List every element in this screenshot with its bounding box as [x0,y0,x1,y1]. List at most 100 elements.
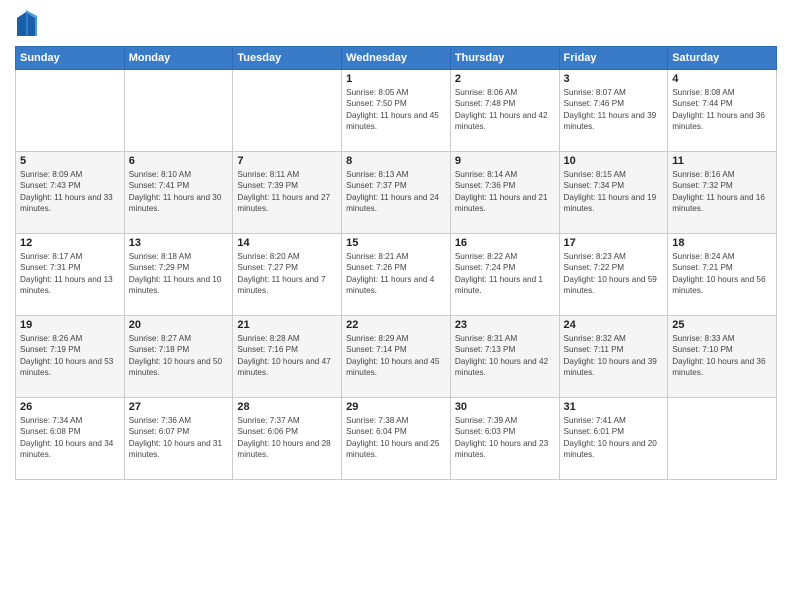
day-number: 13 [129,237,229,249]
day-info: Sunrise: 8:07 AMSunset: 7:46 PMDaylight:… [564,87,664,133]
week-row-4: 19 Sunrise: 8:26 AMSunset: 7:19 PMDayligh… [16,316,777,398]
day-number: 26 [20,401,120,413]
day-info: Sunrise: 7:34 AMSunset: 6:08 PMDaylight:… [20,415,120,461]
calendar-cell: 19 Sunrise: 8:26 AMSunset: 7:19 PMDayligh… [16,316,125,398]
calendar-cell: 21 Sunrise: 8:28 AMSunset: 7:16 PMDayligh… [233,316,342,398]
day-number: 1 [346,73,446,85]
day-number: 19 [20,319,120,331]
logo-icon [15,10,37,38]
weekday-tuesday: Tuesday [233,47,342,70]
calendar-cell: 5 Sunrise: 8:09 AMSunset: 7:43 PMDaylight… [16,152,125,234]
day-info: Sunrise: 8:14 AMSunset: 7:36 PMDaylight:… [455,169,555,215]
day-number: 16 [455,237,555,249]
day-info: Sunrise: 8:32 AMSunset: 7:11 PMDaylight:… [564,333,664,379]
calendar: SundayMondayTuesdayWednesdayThursdayFrid… [15,46,777,480]
calendar-cell: 18 Sunrise: 8:24 AMSunset: 7:21 PMDayligh… [668,234,777,316]
day-info: Sunrise: 8:27 AMSunset: 7:18 PMDaylight:… [129,333,229,379]
calendar-cell: 30 Sunrise: 7:39 AMSunset: 6:03 PMDayligh… [450,398,559,480]
day-number: 4 [672,73,772,85]
day-info: Sunrise: 8:22 AMSunset: 7:24 PMDaylight:… [455,251,555,297]
day-number: 23 [455,319,555,331]
calendar-cell: 15 Sunrise: 8:21 AMSunset: 7:26 PMDayligh… [342,234,451,316]
calendar-cell: 1 Sunrise: 8:05 AMSunset: 7:50 PMDaylight… [342,70,451,152]
day-number: 20 [129,319,229,331]
calendar-cell [668,398,777,480]
day-number: 18 [672,237,772,249]
logo [15,10,41,38]
day-info: Sunrise: 8:11 AMSunset: 7:39 PMDaylight:… [237,169,337,215]
day-number: 22 [346,319,446,331]
day-number: 3 [564,73,664,85]
day-number: 7 [237,155,337,167]
day-info: Sunrise: 7:37 AMSunset: 6:06 PMDaylight:… [237,415,337,461]
day-info: Sunrise: 8:10 AMSunset: 7:41 PMDaylight:… [129,169,229,215]
calendar-cell: 25 Sunrise: 8:33 AMSunset: 7:10 PMDayligh… [668,316,777,398]
day-info: Sunrise: 8:28 AMSunset: 7:16 PMDaylight:… [237,333,337,379]
calendar-cell: 7 Sunrise: 8:11 AMSunset: 7:39 PMDaylight… [233,152,342,234]
day-info: Sunrise: 7:41 AMSunset: 6:01 PMDaylight:… [564,415,664,461]
day-number: 15 [346,237,446,249]
day-number: 31 [564,401,664,413]
day-info: Sunrise: 8:29 AMSunset: 7:14 PMDaylight:… [346,333,446,379]
day-number: 25 [672,319,772,331]
day-number: 27 [129,401,229,413]
day-info: Sunrise: 8:08 AMSunset: 7:44 PMDaylight:… [672,87,772,133]
day-number: 6 [129,155,229,167]
day-info: Sunrise: 8:18 AMSunset: 7:29 PMDaylight:… [129,251,229,297]
weekday-friday: Friday [559,47,668,70]
calendar-cell: 3 Sunrise: 8:07 AMSunset: 7:46 PMDaylight… [559,70,668,152]
week-row-3: 12 Sunrise: 8:17 AMSunset: 7:31 PMDayligh… [16,234,777,316]
page: SundayMondayTuesdayWednesdayThursdayFrid… [0,0,792,612]
day-info: Sunrise: 8:05 AMSunset: 7:50 PMDaylight:… [346,87,446,133]
day-number: 24 [564,319,664,331]
day-info: Sunrise: 8:24 AMSunset: 7:21 PMDaylight:… [672,251,772,297]
day-number: 29 [346,401,446,413]
calendar-cell [16,70,125,152]
calendar-cell: 29 Sunrise: 7:38 AMSunset: 6:04 PMDayligh… [342,398,451,480]
weekday-wednesday: Wednesday [342,47,451,70]
day-number: 28 [237,401,337,413]
day-info: Sunrise: 8:13 AMSunset: 7:37 PMDaylight:… [346,169,446,215]
calendar-cell: 9 Sunrise: 8:14 AMSunset: 7:36 PMDaylight… [450,152,559,234]
calendar-cell: 24 Sunrise: 8:32 AMSunset: 7:11 PMDayligh… [559,316,668,398]
calendar-cell [124,70,233,152]
calendar-cell: 17Sunrise: 8:23 AMSunset: 7:22 PMDayligh… [559,234,668,316]
day-info: Sunrise: 7:38 AMSunset: 6:04 PMDaylight:… [346,415,446,461]
calendar-cell: 10Sunrise: 8:15 AMSunset: 7:34 PMDayligh… [559,152,668,234]
week-row-1: 1 Sunrise: 8:05 AMSunset: 7:50 PMDaylight… [16,70,777,152]
day-info: Sunrise: 8:09 AMSunset: 7:43 PMDaylight:… [20,169,120,215]
day-number: 12 [20,237,120,249]
day-number: 10 [564,155,664,167]
day-info: Sunrise: 8:17 AMSunset: 7:31 PMDaylight:… [20,251,120,297]
day-number: 30 [455,401,555,413]
calendar-cell: 31 Sunrise: 7:41 AMSunset: 6:01 PMDayligh… [559,398,668,480]
day-number: 8 [346,155,446,167]
weekday-sunday: Sunday [16,47,125,70]
calendar-cell: 27 Sunrise: 7:36 AMSunset: 6:07 PMDayligh… [124,398,233,480]
day-info: Sunrise: 7:36 AMSunset: 6:07 PMDaylight:… [129,415,229,461]
day-number: 14 [237,237,337,249]
calendar-cell: 14Sunrise: 8:20 AMSunset: 7:27 PMDayligh… [233,234,342,316]
calendar-cell: 13 Sunrise: 8:18 AMSunset: 7:29 PMDayligh… [124,234,233,316]
day-number: 17 [564,237,664,249]
day-info: Sunrise: 8:16 AMSunset: 7:32 PMDaylight:… [672,169,772,215]
calendar-cell: 23Sunrise: 8:31 AMSunset: 7:13 PMDayligh… [450,316,559,398]
day-info: Sunrise: 7:39 AMSunset: 6:03 PMDaylight:… [455,415,555,461]
day-info: Sunrise: 8:21 AMSunset: 7:26 PMDaylight:… [346,251,446,297]
day-number: 5 [20,155,120,167]
calendar-cell: 4 Sunrise: 8:08 AMSunset: 7:44 PMDaylight… [668,70,777,152]
day-number: 21 [237,319,337,331]
calendar-cell: 20 Sunrise: 8:27 AMSunset: 7:18 PMDayligh… [124,316,233,398]
day-number: 11 [672,155,772,167]
weekday-header-row: SundayMondayTuesdayWednesdayThursdayFrid… [16,47,777,70]
day-info: Sunrise: 8:06 AMSunset: 7:48 PMDaylight:… [455,87,555,133]
day-info: Sunrise: 8:33 AMSunset: 7:10 PMDaylight:… [672,333,772,379]
calendar-cell: 2 Sunrise: 8:06 AMSunset: 7:48 PMDaylight… [450,70,559,152]
calendar-cell: 28 Sunrise: 7:37 AMSunset: 6:06 PMDayligh… [233,398,342,480]
calendar-cell: 11 Sunrise: 8:16 AMSunset: 7:32 PMDayligh… [668,152,777,234]
week-row-5: 26 Sunrise: 7:34 AMSunset: 6:08 PMDayligh… [16,398,777,480]
day-number: 2 [455,73,555,85]
day-info: Sunrise: 8:26 AMSunset: 7:19 PMDaylight:… [20,333,120,379]
calendar-cell: 8 Sunrise: 8:13 AMSunset: 7:37 PMDaylight… [342,152,451,234]
day-number: 9 [455,155,555,167]
